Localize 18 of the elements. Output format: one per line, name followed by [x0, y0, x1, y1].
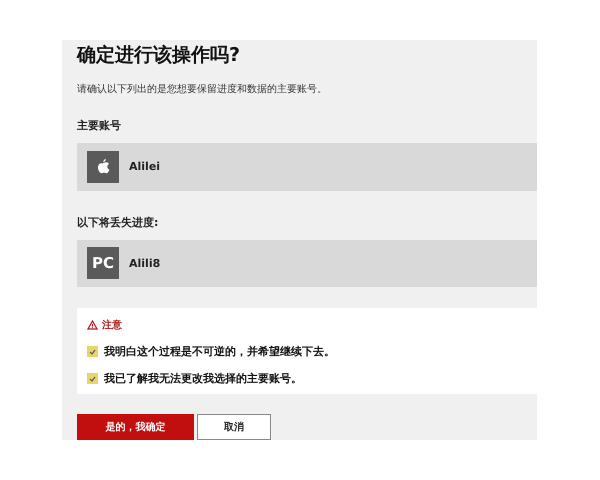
- cancel-button[interactable]: 取消: [197, 414, 271, 440]
- account-name: Alili8: [129, 256, 160, 270]
- checkbox[interactable]: [87, 346, 98, 357]
- warning-icon: [87, 320, 98, 330]
- checkbox[interactable]: [87, 373, 98, 384]
- checkmark-icon: [89, 348, 96, 354]
- dialog-title: 确定进行该操作吗?: [77, 43, 242, 68]
- description-text: 请确认以下列出的是您想要保留进度和数据的主要账号。: [77, 82, 328, 96]
- section-label: 以下将丢失进度:: [77, 214, 160, 230]
- apple-icon: [87, 150, 119, 183]
- checkbox-label: 我明白这个过程是不可逆的，并希望继续下去。: [104, 344, 335, 359]
- platform-badge: PC: [87, 247, 119, 280]
- section-label: 主要账号: [77, 118, 122, 133]
- confirm-button[interactable]: 是的，我确定: [77, 414, 194, 440]
- account-name: Alilei: [129, 160, 160, 174]
- checkbox-label: 我已了解我无法更改我选择的主要账号。: [104, 371, 302, 386]
- checkmark-icon: [89, 376, 96, 382]
- notice-heading: 注意: [102, 318, 122, 332]
